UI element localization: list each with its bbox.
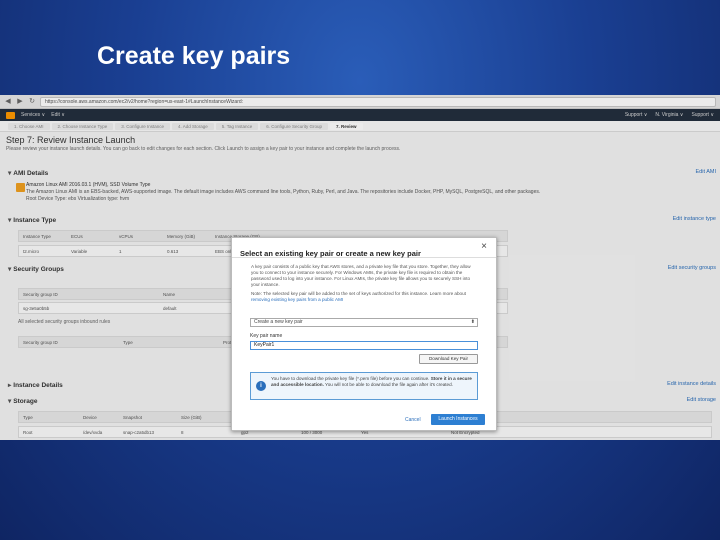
table-cell: Root bbox=[23, 429, 33, 435]
section-ami-details[interactable]: ▾ AMI Details bbox=[8, 169, 48, 177]
download-info-box: i You have to download the private key f… bbox=[250, 372, 478, 400]
step-configure-security-group[interactable]: 6. Configure Security Group bbox=[260, 122, 329, 130]
column-header: Device bbox=[83, 414, 97, 420]
launch-instances-button[interactable]: Launch Instances bbox=[431, 414, 485, 425]
key-pair-explanation: A key pair consists of a public key that… bbox=[251, 264, 471, 287]
step-choose-instance-type[interactable]: 2. Choose Instance Type bbox=[51, 122, 114, 130]
table-cell: Variable bbox=[71, 248, 88, 254]
address-bar[interactable]: https://console.aws.amazon.com/ec2/v2/ho… bbox=[40, 96, 716, 107]
column-header: Type bbox=[123, 339, 133, 345]
ami-description: The Amazon Linux AMI is an EBS-backed, A… bbox=[26, 189, 541, 195]
collapse-caret-icon: ▾ bbox=[8, 398, 12, 405]
wizard-steps: 1. Choose AMI 2. Choose Instance Type 3.… bbox=[0, 121, 720, 132]
remove-key-pairs-link[interactable]: removing existing key pairs from a publi… bbox=[251, 297, 343, 302]
step-choose-ami[interactable]: 1. Choose AMI bbox=[8, 122, 50, 130]
column-header: Memory (GiB) bbox=[167, 233, 195, 239]
ami-name: Amazon Linux AMI 2016.03.1 (HVM), SSD Vo… bbox=[26, 182, 151, 188]
aws-nav-bar: Services ∨ Edit ∨ Support ∨ N. Virginia … bbox=[0, 109, 720, 121]
close-icon[interactable]: × bbox=[481, 241, 487, 252]
edit-storage-link[interactable]: Edit storage bbox=[687, 397, 716, 403]
table-cell: sg-3e5a0b5b bbox=[23, 305, 50, 311]
section-label: Instance Type bbox=[13, 217, 57, 224]
key-pair-dialog: Select an existing key pair or create a … bbox=[231, 237, 497, 431]
key-pair-note: Note: The selected key pair will be adde… bbox=[251, 291, 477, 303]
step-tag-instance[interactable]: 5. Tag Instance bbox=[215, 122, 259, 130]
page-subtitle: Please review your instance launch detai… bbox=[6, 146, 401, 152]
table-cell: 1 bbox=[119, 248, 122, 254]
column-header: Type bbox=[23, 414, 33, 420]
region-menu[interactable]: N. Virginia ∨ bbox=[655, 112, 683, 118]
slide-title: Create key pairs bbox=[97, 42, 291, 70]
info-icon: i bbox=[256, 381, 266, 391]
aws-cube-icon[interactable] bbox=[6, 111, 15, 119]
section-label: Storage bbox=[13, 398, 38, 405]
support-menu[interactable]: Support ∨ bbox=[691, 112, 714, 118]
page-title: Step 7: Review Instance Launch bbox=[6, 135, 136, 145]
inbound-rules-note: All selected security groups inbound rul… bbox=[18, 319, 111, 325]
column-header: Snapshot bbox=[123, 414, 143, 420]
column-header: vCPUs bbox=[119, 233, 134, 239]
account-menu[interactable]: Support ∨ bbox=[625, 112, 648, 118]
edit-ami-link[interactable]: Edit AMI bbox=[696, 169, 716, 175]
table-cell: 0.613 bbox=[167, 248, 179, 254]
column-header: ECUs bbox=[71, 233, 83, 239]
note-text: Note: The selected key pair will be adde… bbox=[251, 291, 466, 296]
section-label: AMI Details bbox=[13, 170, 49, 177]
section-instance-details[interactable]: ▸ Instance Details bbox=[8, 381, 63, 389]
column-header: Security group ID bbox=[23, 339, 58, 345]
info-text: You will not be able to download the fil… bbox=[323, 382, 453, 387]
column-header: Name bbox=[163, 291, 176, 297]
dialog-title: Select an existing key pair or create a … bbox=[240, 249, 421, 258]
back-icon[interactable]: ◀ bbox=[4, 98, 12, 106]
table-cell: /dev/xvda bbox=[83, 429, 103, 435]
chevron-down-icon: ⬍ bbox=[470, 319, 475, 325]
step-review[interactable]: 7. Review bbox=[330, 122, 363, 130]
key-pair-option-select[interactable]: Create a new key pair ⬍ bbox=[250, 318, 478, 327]
services-menu[interactable]: Services ∨ bbox=[21, 112, 45, 118]
forward-icon[interactable]: ▶ bbox=[16, 98, 24, 106]
table-cell: snap-c2a5db13 bbox=[123, 429, 155, 435]
key-pair-name-input[interactable]: KeyPair1 bbox=[250, 341, 478, 350]
table-cell: default bbox=[163, 305, 177, 311]
browser-toolbar: ◀ ▶ ↻ https://console.aws.amazon.com/ec2… bbox=[0, 95, 720, 109]
ami-root: Root Device Type: ebs Virtualization typ… bbox=[26, 196, 130, 202]
step-add-storage[interactable]: 4. Add Storage bbox=[172, 122, 214, 130]
collapse-caret-icon: ▾ bbox=[8, 170, 12, 177]
key-pair-name-label: Key pair name bbox=[250, 333, 283, 339]
section-security-groups[interactable]: ▾ Security Groups bbox=[8, 265, 64, 273]
collapse-caret-icon: ▾ bbox=[8, 217, 12, 224]
cancel-button[interactable]: Cancel bbox=[405, 417, 421, 423]
reload-icon[interactable]: ↻ bbox=[28, 98, 36, 106]
ami-info: Amazon Linux AMI 2016.03.1 (HVM), SSD Vo… bbox=[26, 182, 706, 203]
column-header: Security group ID bbox=[23, 291, 58, 297]
edit-instance-details-link[interactable]: Edit instance details bbox=[667, 381, 716, 387]
section-label: Security Groups bbox=[13, 266, 64, 273]
table-cell: t2.micro bbox=[23, 248, 40, 254]
amazon-linux-icon bbox=[16, 183, 25, 192]
edit-security-groups-link[interactable]: Edit security groups bbox=[668, 265, 716, 271]
section-storage[interactable]: ▾ Storage bbox=[8, 397, 37, 405]
edit-instance-type-link[interactable]: Edit instance type bbox=[673, 216, 716, 222]
section-label: Instance Details bbox=[13, 382, 63, 389]
select-value: Create a new key pair bbox=[254, 319, 303, 325]
edit-menu[interactable]: Edit ∨ bbox=[51, 112, 65, 118]
download-key-pair-button[interactable]: Download Key Pair bbox=[419, 354, 478, 364]
expand-caret-icon: ▸ bbox=[8, 382, 12, 389]
collapse-caret-icon: ▾ bbox=[8, 266, 12, 273]
dialog-body: A key pair consists of a public key that… bbox=[232, 258, 496, 312]
dialog-header: Select an existing key pair or create a … bbox=[232, 238, 496, 258]
column-header: Instance Type bbox=[23, 233, 51, 239]
info-text: You have to download the private key fil… bbox=[271, 376, 430, 381]
section-instance-type[interactable]: ▾ Instance Type bbox=[8, 216, 56, 224]
step-configure-instance[interactable]: 3. Configure Instance bbox=[115, 122, 171, 130]
